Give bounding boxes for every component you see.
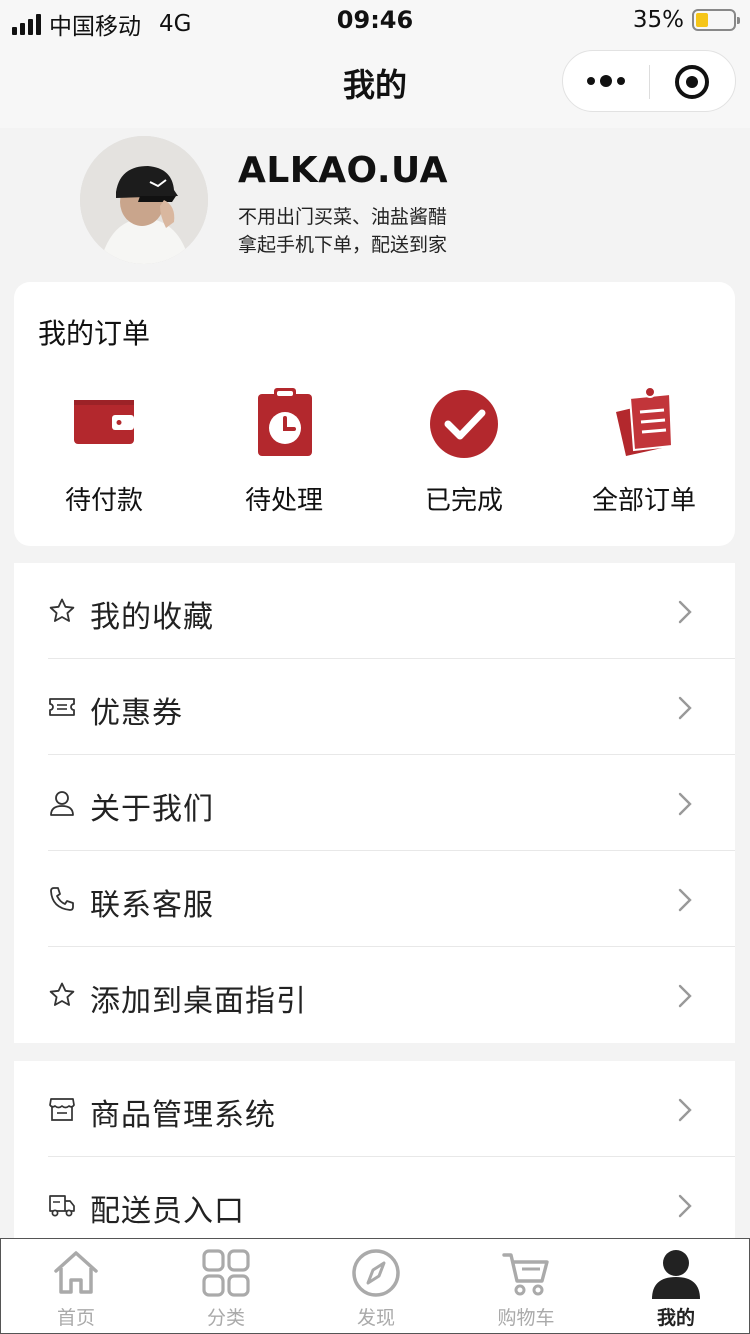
- menu-group-primary: 我的收藏 优惠券 关于我们 联系客服 添加到桌面指引: [14, 563, 735, 1043]
- tab-label: 购物车: [497, 1307, 555, 1329]
- tab-bar: 首页 分类 发现 购物车 我的: [0, 1238, 750, 1334]
- tab-category[interactable]: 分类: [151, 1239, 301, 1334]
- menu-item-favorites[interactable]: 我的收藏: [14, 563, 735, 659]
- tab-label: 发现: [356, 1307, 395, 1329]
- status-right: 35%: [632, 7, 740, 33]
- phone-icon: [50, 887, 74, 911]
- tab-home[interactable]: 首页: [1, 1239, 151, 1334]
- star-icon: [49, 982, 75, 1006]
- profile-slogan-line-2: 拿起手机下单，配送到家: [238, 234, 448, 256]
- profile-name: ALKAO.UA: [238, 150, 449, 191]
- battery-percent: 35%: [632, 7, 684, 33]
- order-item-label: 待处理: [244, 486, 323, 516]
- tab-label: 分类: [206, 1307, 245, 1329]
- menu-item-add-to-desktop[interactable]: 添加到桌面指引: [14, 947, 735, 1043]
- menu-item-product-management[interactable]: 商品管理系统: [14, 1061, 735, 1157]
- menu-item-label: 商品管理系统: [90, 1098, 276, 1133]
- avatar[interactable]: [80, 136, 208, 264]
- grid-icon: [202, 1249, 250, 1297]
- mini-program-capsule: [562, 50, 736, 112]
- chevron-right-icon: [678, 888, 692, 912]
- order-list-icon: [616, 386, 674, 456]
- nav-bar: 我的: [0, 42, 750, 128]
- menu-item-customer-service[interactable]: 联系客服: [14, 851, 735, 947]
- menu-item-label: 关于我们: [90, 792, 214, 827]
- tab-discover[interactable]: 发现: [301, 1239, 451, 1334]
- tab-label: 我的: [656, 1307, 695, 1329]
- order-item-label: 全部订单: [591, 486, 696, 516]
- chevron-right-icon: [678, 1098, 692, 1122]
- store-icon: [49, 1098, 75, 1121]
- coupon-icon: [49, 698, 75, 716]
- menu-item-label: 优惠券: [90, 696, 183, 731]
- profile-header: ALKAO.UA 不用出门买菜、油盐酱醋 拿起手机下单，配送到家: [0, 128, 750, 278]
- chevron-right-icon: [678, 1194, 692, 1218]
- close-program-button[interactable]: [675, 65, 709, 99]
- delivery-truck-icon: [49, 1195, 75, 1217]
- menu-item-label: 配送员入口: [90, 1194, 245, 1229]
- home-icon: [54, 1251, 98, 1294]
- menu-item-about-us[interactable]: 关于我们: [14, 755, 735, 851]
- order-all[interactable]: 全部订单: [554, 382, 734, 517]
- order-item-label: 已完成: [424, 486, 503, 516]
- battery-icon: [692, 9, 740, 31]
- compass-icon: [352, 1249, 400, 1297]
- avatar-image: [80, 136, 208, 264]
- menu-group-management: 商品管理系统 配送员入口: [14, 1061, 735, 1253]
- chevron-right-icon: [678, 600, 692, 624]
- tab-label: 首页: [56, 1307, 95, 1329]
- order-completed[interactable]: 已完成: [374, 382, 554, 517]
- wallet-icon: [74, 400, 134, 444]
- check-circle-icon: [430, 390, 498, 458]
- orders-title: 我的订单: [38, 317, 151, 350]
- capsule-divider: [649, 65, 650, 99]
- my-orders-card: 我的订单 待付款 待处理 已完成 全部订单: [14, 282, 735, 546]
- menu-item-coupons[interactable]: 优惠券: [14, 659, 735, 755]
- cart-icon: [502, 1253, 549, 1296]
- order-item-label: 待付款: [64, 486, 143, 516]
- menu-item-label: 我的收藏: [90, 600, 214, 635]
- menu-item-label: 联系客服: [90, 888, 214, 923]
- tab-cart[interactable]: 购物车: [451, 1239, 601, 1334]
- menu-item-label: 添加到桌面指引: [90, 984, 307, 1019]
- order-processing[interactable]: 待处理: [194, 382, 374, 517]
- more-menu-button[interactable]: [587, 75, 625, 87]
- order-pending-payment[interactable]: 待付款: [14, 382, 194, 517]
- chevron-right-icon: [678, 792, 692, 816]
- clipboard-clock-icon: [258, 388, 312, 456]
- person-icon: [652, 1250, 700, 1299]
- star-icon: [49, 598, 75, 622]
- user-icon: [50, 791, 74, 816]
- status-bar: 中国移动 4G 09:46 35%: [0, 0, 750, 42]
- profile-slogan-line-1: 不用出门买菜、油盐酱醋: [238, 206, 448, 228]
- tab-mine[interactable]: 我的: [601, 1239, 750, 1334]
- chevron-right-icon: [678, 984, 692, 1008]
- chevron-right-icon: [678, 696, 692, 720]
